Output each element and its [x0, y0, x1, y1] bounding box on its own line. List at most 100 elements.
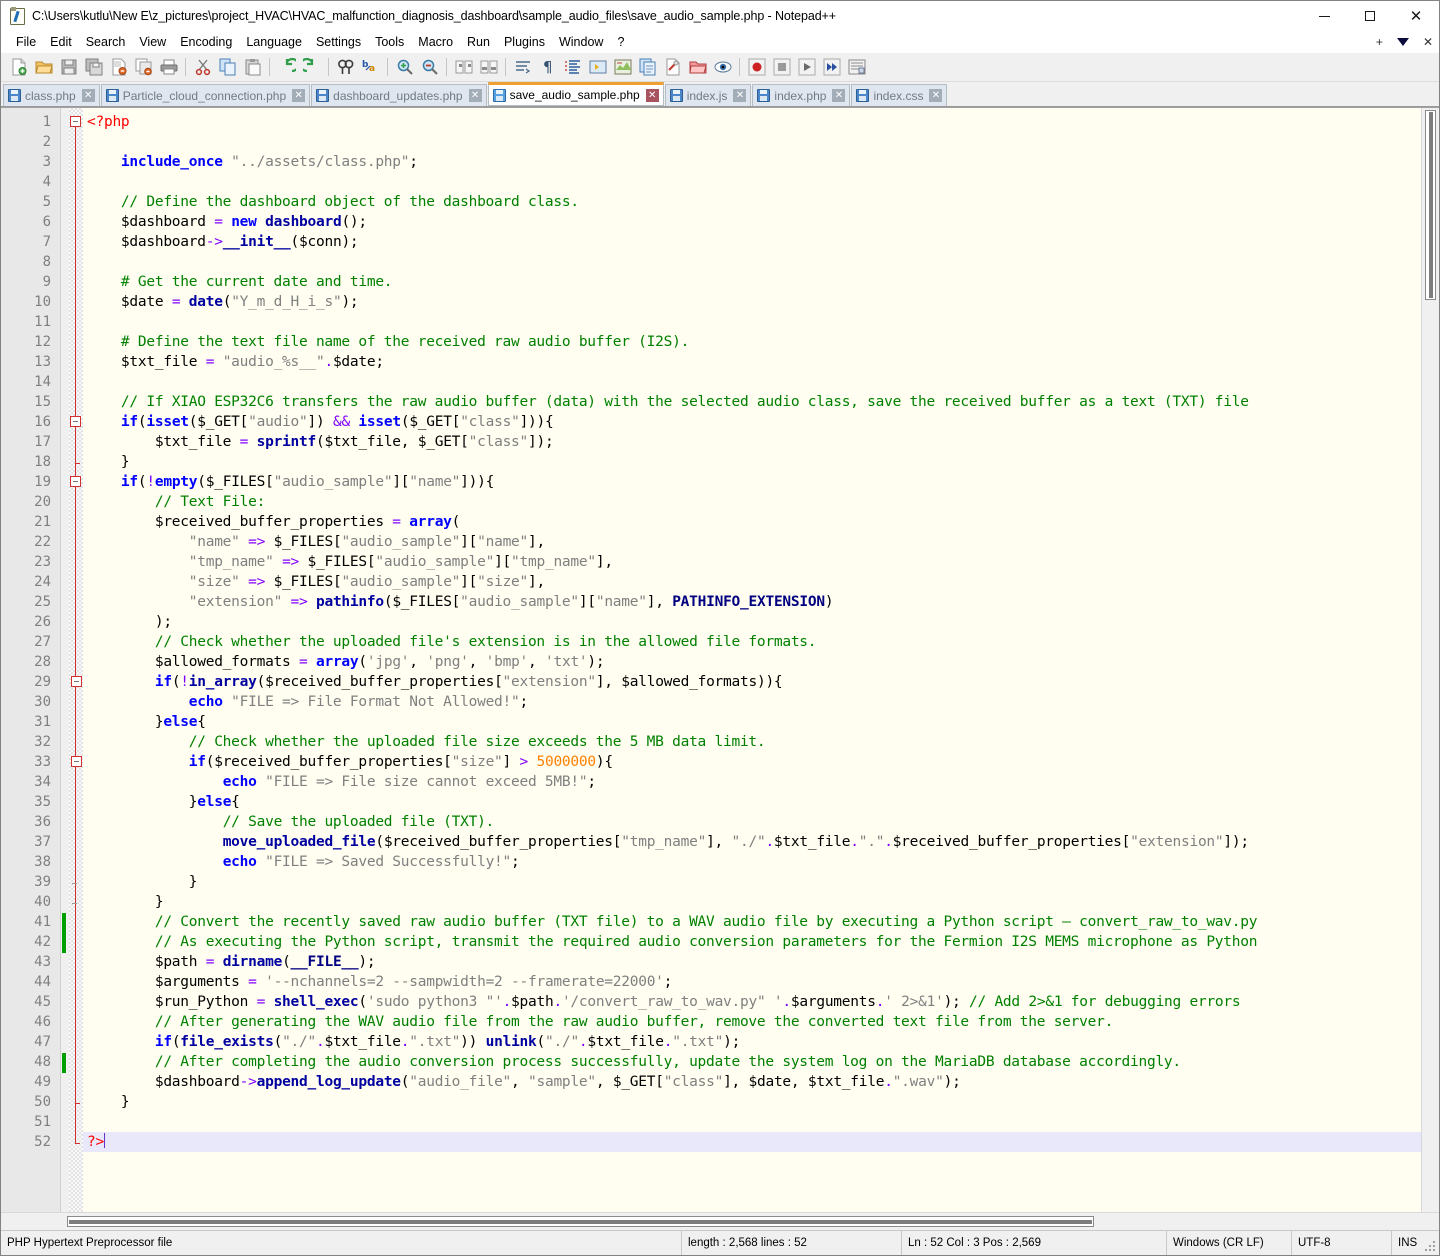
menu-macro[interactable]: Macro — [411, 33, 460, 51]
close-file-button[interactable] — [107, 56, 130, 79]
code-line[interactable]: // As executing the Python script, trans… — [83, 932, 1421, 952]
tab-close-icon[interactable]: ✕ — [832, 89, 845, 102]
document-switcher-button[interactable] — [661, 56, 684, 79]
file-browser-button[interactable] — [686, 56, 709, 79]
code-line[interactable]: echo "FILE => Saved Successfully!"; — [83, 852, 1421, 872]
code-line[interactable]: "tmp_name" => $_FILES["audio_sample"]["t… — [83, 552, 1421, 572]
code-line[interactable]: } — [83, 452, 1421, 472]
menu-file[interactable]: File — [9, 33, 43, 51]
menu-window[interactable]: Window — [552, 33, 610, 51]
fold-toggle[interactable] — [70, 476, 81, 487]
code-line[interactable]: $dashboard->append_log_update("audio_fil… — [83, 1072, 1421, 1092]
code-line[interactable]: $date = date("Y_m_d_H_i_s"); — [83, 292, 1421, 312]
code-line[interactable]: // If XIAO ESP32C6 transfers the raw aud… — [83, 392, 1421, 412]
word-wrap-button[interactable] — [511, 56, 534, 79]
cut-button[interactable] — [191, 56, 214, 79]
code-line[interactable]: # Define the text file name of the recei… — [83, 332, 1421, 352]
replace-button[interactable]: ba — [359, 56, 382, 79]
stop-recording-button[interactable] — [770, 56, 793, 79]
new-tab-icon[interactable]: + — [1376, 35, 1383, 49]
code-line[interactable]: ); — [83, 612, 1421, 632]
code-line[interactable]: $path = dirname(__FILE__); — [83, 952, 1421, 972]
tab-index-css[interactable]: index.css ✕ — [851, 84, 947, 106]
function-list-button[interactable] — [636, 56, 659, 79]
code-line[interactable]: // Save the uploaded file (TXT). — [83, 812, 1421, 832]
code-line[interactable]: // Check whether the uploaded file's ext… — [83, 632, 1421, 652]
code-line[interactable]: "extension" => pathinfo($_FILES["audio_s… — [83, 592, 1421, 612]
tab-close-icon[interactable]: ✕ — [733, 89, 746, 102]
code-line[interactable]: <?php — [83, 112, 1421, 132]
code-line[interactable]: $txt_file = "audio_%s__".$date; — [83, 352, 1421, 372]
vertical-scrollbar[interactable] — [1421, 108, 1439, 1212]
play-macro-button[interactable] — [795, 56, 818, 79]
code-line[interactable]: // Check whether the uploaded file size … — [83, 732, 1421, 752]
code-line[interactable]: } — [83, 892, 1421, 912]
menu-search[interactable]: Search — [79, 33, 133, 51]
close-document-icon[interactable]: ✕ — [1423, 35, 1433, 49]
user-defined-language-button[interactable] — [586, 56, 609, 79]
horizontal-scrollbar[interactable] — [1, 1213, 1422, 1230]
close-all-button[interactable] — [132, 56, 155, 79]
paste-button[interactable] — [241, 56, 264, 79]
tab-index-js[interactable]: index.js ✕ — [665, 84, 752, 106]
menu-view[interactable]: View — [132, 33, 173, 51]
tab-class-php[interactable]: class.php ✕ — [3, 84, 100, 106]
tab-close-icon[interactable]: ✕ — [929, 89, 942, 102]
code-line[interactable]: }else{ — [83, 712, 1421, 732]
code-line[interactable]: if(isset($_GET["audio"]) && isset($_GET[… — [83, 412, 1421, 432]
code-line[interactable] — [83, 252, 1421, 272]
save-all-button[interactable] — [82, 56, 105, 79]
monitoring-button[interactable] — [711, 56, 734, 79]
minimize-button[interactable] — [1301, 1, 1347, 31]
redo-button[interactable] — [300, 56, 323, 79]
code-line[interactable]: if(!in_array($received_buffer_properties… — [83, 672, 1421, 692]
indent-guide-button[interactable] — [561, 56, 584, 79]
code-line[interactable]: echo "FILE => File Format Not Allowed!"; — [83, 692, 1421, 712]
code-line[interactable]: $dashboard = new dashboard(); — [83, 212, 1421, 232]
close-button[interactable]: ✕ — [1393, 1, 1439, 31]
sync-horizontal-scroll-button[interactable] — [477, 56, 500, 79]
menu-plugins[interactable]: Plugins — [497, 33, 552, 51]
code-line[interactable]: // After generating the WAV audio file f… — [83, 1012, 1421, 1032]
code-line[interactable] — [83, 1112, 1421, 1132]
code-line[interactable] — [83, 172, 1421, 192]
code-line[interactable]: if($received_buffer_properties["size"] >… — [83, 752, 1421, 772]
fold-toggle[interactable] — [71, 676, 82, 687]
menu-language[interactable]: Language — [239, 33, 309, 51]
code-line[interactable]: ?> — [83, 1132, 1421, 1152]
new-file-button[interactable] — [7, 56, 30, 79]
show-all-characters-button[interactable]: ¶ — [536, 56, 559, 79]
horizontal-scrollbar-thumb[interactable] — [67, 1216, 1094, 1227]
code-line[interactable]: $allowed_formats = array('jpg', 'png', '… — [83, 652, 1421, 672]
tab-index-php[interactable]: index.php ✕ — [752, 84, 850, 106]
vertical-scrollbar-thumb[interactable] — [1425, 110, 1436, 300]
open-file-button[interactable] — [32, 56, 55, 79]
sync-vertical-scroll-button[interactable] — [452, 56, 475, 79]
zoom-out-button[interactable] — [418, 56, 441, 79]
menu-encoding[interactable]: Encoding — [173, 33, 239, 51]
print-button[interactable] — [157, 56, 180, 79]
code-text-area[interactable]: <?php include_once "../assets/class.php"… — [83, 108, 1421, 1212]
tab-particle-cloud-connection-php[interactable]: Particle_cloud_connection.php ✕ — [101, 84, 310, 106]
code-folding-column[interactable] — [69, 108, 83, 1212]
menu-run[interactable]: Run — [460, 33, 497, 51]
save-file-button[interactable] — [57, 56, 80, 79]
code-line[interactable]: $txt_file = sprintf($txt_file, $_GET["cl… — [83, 432, 1421, 452]
code-line[interactable]: // After completing the audio conversion… — [83, 1052, 1421, 1072]
code-line[interactable]: if(!empty($_FILES["audio_sample"]["name"… — [83, 472, 1421, 492]
tab-dashboard-updates-php[interactable]: dashboard_updates.php ✕ — [311, 84, 486, 106]
copy-button[interactable] — [216, 56, 239, 79]
tab-save-audio-sample-php[interactable]: save_audio_sample.php ✕ — [488, 82, 664, 106]
zoom-in-button[interactable] — [393, 56, 416, 79]
undo-button[interactable] — [275, 56, 298, 79]
show-document-map-button[interactable] — [611, 56, 634, 79]
code-line[interactable]: } — [83, 872, 1421, 892]
code-line[interactable]: $dashboard->__init__($conn); — [83, 232, 1421, 252]
code-line[interactable]: $received_buffer_properties = array( — [83, 512, 1421, 532]
fast-play-macro-button[interactable] — [820, 56, 843, 79]
fold-toggle[interactable] — [71, 756, 82, 767]
menu-help[interactable]: ? — [610, 33, 631, 51]
code-line[interactable]: if(file_exists("./".$txt_file.".txt")) u… — [83, 1032, 1421, 1052]
menu-tools[interactable]: Tools — [368, 33, 411, 51]
tab-close-icon[interactable]: ✕ — [292, 89, 305, 102]
